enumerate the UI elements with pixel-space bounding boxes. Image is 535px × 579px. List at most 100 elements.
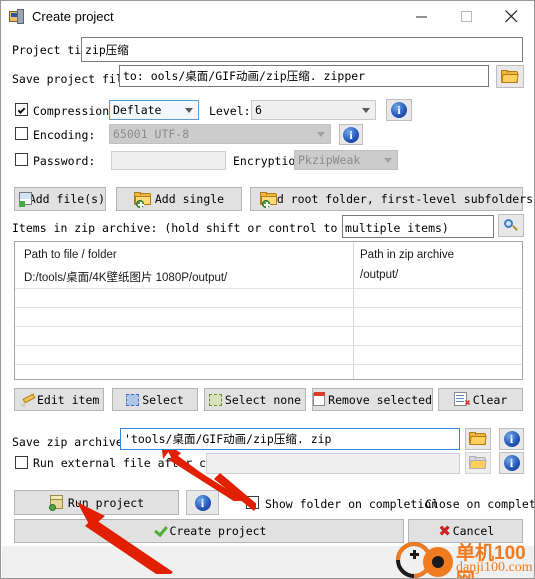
maximize-button[interactable]: [444, 1, 489, 32]
compression-level-value: 6: [255, 103, 262, 117]
browse-zip-archive-button[interactable]: [465, 428, 491, 450]
green-check-icon: [152, 524, 170, 539]
encoding-info-button[interactable]: i: [339, 124, 363, 145]
close-button[interactable]: [489, 1, 534, 32]
add-files-label: Add file(s): [28, 192, 105, 206]
compression-info-button[interactable]: i: [386, 99, 412, 121]
save-project-file-input[interactable]: to: ools/桌面/GIF动画/zip压缩. zipper: [119, 65, 489, 87]
table-row-path[interactable]: D:/tools/桌面/4K壁纸图片 1080P/output/: [24, 269, 227, 285]
add-root-folder-label: Add root folder, first-level subfolders: [263, 192, 534, 206]
row-divider: [15, 345, 522, 346]
window-controls: [399, 1, 534, 32]
row-divider: [15, 364, 522, 365]
close-on-completion-label: Close on completion: [425, 497, 535, 511]
search-icon: [503, 218, 519, 234]
cancel-label: Cancel: [452, 524, 495, 538]
select-none-label: Select none: [224, 392, 302, 407]
encryption-select[interactable]: PkzipWeak: [294, 150, 398, 170]
add-folder-icon: [133, 192, 152, 208]
run-external-info-button[interactable]: i: [499, 452, 524, 474]
compression-method-select[interactable]: Deflate: [109, 100, 199, 120]
info-icon: i: [503, 431, 520, 447]
run-external-checkbox[interactable]: [15, 456, 28, 469]
table-row-zip-path[interactable]: /output/: [360, 269, 398, 281]
column-header-path-to-file[interactable]: Path to file / folder: [24, 249, 117, 261]
password-input[interactable]: [111, 151, 226, 170]
browse-run-external-button[interactable]: [465, 452, 491, 474]
folder-open-icon: [469, 432, 487, 446]
browse-project-file-button[interactable]: [496, 65, 524, 88]
password-checkbox[interactable]: [15, 153, 28, 166]
items-in-archive-label-tail: multiple items): [345, 221, 449, 235]
search-items-button[interactable]: [498, 214, 524, 237]
compression-method-value: Deflate: [113, 103, 162, 117]
select-icon: [126, 393, 140, 406]
add-single-label: Add single: [154, 192, 225, 206]
clear-button[interactable]: ✖ Clear: [438, 388, 523, 411]
project-title-input[interactable]: zip压缩: [81, 37, 523, 62]
app-icon: [9, 8, 25, 25]
remove-selected-label: Remove selected: [328, 392, 432, 407]
encoding-value: 65001 UTF-8: [113, 127, 190, 141]
items-in-archive-label: Items in zip archive: (hold shift or con…: [12, 221, 386, 235]
minimize-button[interactable]: [399, 1, 444, 32]
column-divider[interactable]: [353, 242, 354, 379]
add-single-button[interactable]: Add single: [116, 187, 242, 211]
add-root-folder-button[interactable]: Add root folder, first-level subfolders: [250, 187, 533, 211]
select-none-button[interactable]: Select none: [204, 388, 306, 411]
save-project-file-label: Save project file: [12, 72, 130, 86]
save-zip-archive-input[interactable]: 'tools/桌面/GIF动画/zip压缩. zip: [120, 428, 460, 450]
create-project-window: Create project Project tit zip压缩 Save pr…: [0, 0, 535, 579]
clear-label: Clear: [472, 392, 508, 407]
project-title-label: Project tit: [12, 43, 89, 57]
encoding-checkbox[interactable]: [15, 127, 28, 140]
encoding-label: Encoding:: [33, 128, 96, 142]
package-icon: [48, 495, 65, 511]
pencil-icon: [20, 392, 36, 408]
show-folder-checkbox[interactable]: [246, 496, 259, 509]
chevron-down-icon: [185, 108, 193, 113]
info-icon: i: [391, 102, 407, 118]
compression-label: Compression:: [33, 104, 117, 118]
encryption-value: PkzipWeak: [298, 153, 361, 167]
watermark-logo-icon: [396, 542, 453, 578]
clear-icon: ✖: [453, 392, 471, 409]
compression-level-label: Level:: [209, 104, 251, 118]
items-listbox[interactable]: Path to file / folder Path in zip archiv…: [14, 241, 523, 380]
row-divider: [15, 326, 522, 327]
select-none-icon: [208, 393, 222, 406]
compression-level-select[interactable]: 6: [251, 100, 376, 120]
info-icon: i: [343, 126, 359, 143]
password-label: Password:: [33, 154, 96, 168]
run-project-button[interactable]: Run project: [14, 490, 179, 515]
red-x-icon: ✖: [438, 522, 451, 540]
add-files-button[interactable]: Add file(s): [14, 187, 106, 211]
show-folder-label: Show folder on completion: [265, 497, 439, 511]
run-external-input[interactable]: [206, 453, 460, 474]
chevron-down-icon: [384, 158, 392, 163]
select-label: Select: [142, 392, 184, 407]
folder-open-icon: [501, 69, 519, 84]
watermark-line2: danji100.com: [456, 560, 533, 575]
save-zip-archive-info-button[interactable]: i: [499, 428, 524, 450]
chevron-down-icon: [362, 108, 370, 113]
compression-checkbox[interactable]: [15, 103, 28, 116]
column-header-path-in-archive[interactable]: Path in zip archive: [360, 249, 454, 261]
remove-icon: [313, 392, 325, 407]
edit-item-button[interactable]: Edit item: [14, 388, 104, 411]
remove-selected-button[interactable]: Remove selected: [312, 388, 433, 411]
encoding-select[interactable]: 65001 UTF-8: [109, 124, 331, 144]
add-file-icon: [19, 192, 32, 207]
select-button[interactable]: Select: [112, 388, 198, 411]
title-bar: Create project: [1, 1, 534, 32]
run-project-label: Run project: [67, 495, 145, 510]
edit-item-label: Edit item: [37, 392, 100, 407]
row-divider: [15, 288, 522, 289]
window-title: Create project: [32, 9, 114, 24]
info-icon: i: [503, 455, 520, 471]
run-project-info-button[interactable]: i: [186, 490, 219, 515]
row-divider: [15, 307, 522, 308]
create-project-label: Create project: [169, 524, 267, 538]
create-project-button[interactable]: Create project: [14, 519, 404, 543]
chevron-down-icon: [317, 132, 325, 137]
